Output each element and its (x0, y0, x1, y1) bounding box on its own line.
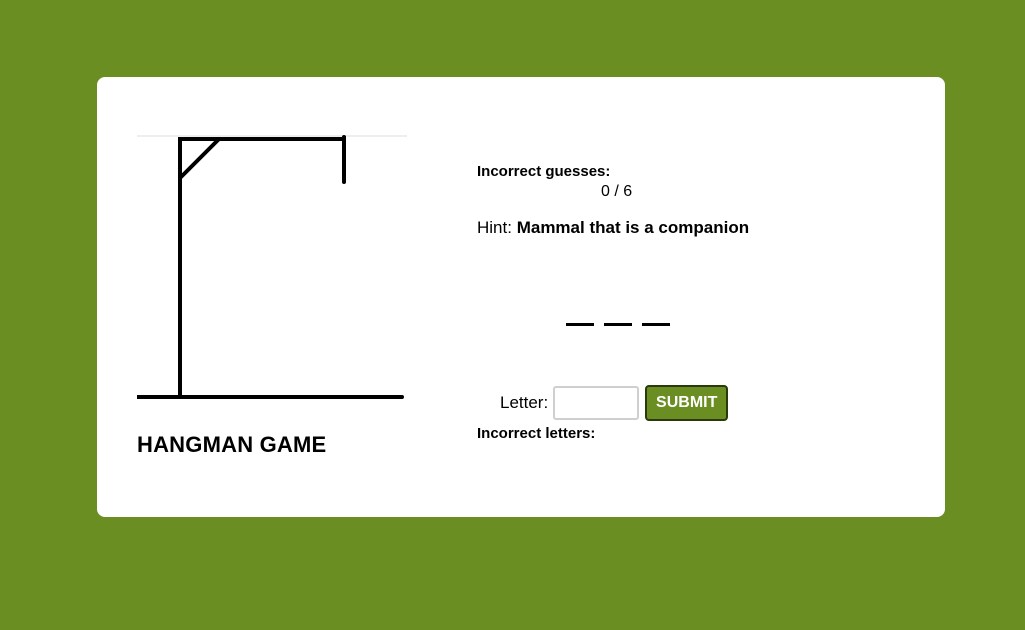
incorrect-guesses-label: Incorrect guesses: (477, 163, 611, 180)
letter-form: Letter: SUBMIT (500, 385, 729, 421)
incorrect-letters-label: Incorrect letters: (477, 425, 596, 442)
hint-label: Hint: (477, 218, 512, 237)
game-card: HANGMAN GAME Incorrect guesses: 0 / 6 Hi… (97, 77, 945, 517)
gallows-brace (178, 137, 221, 180)
incorrect-letters: Incorrect letters: (477, 425, 595, 442)
gallows-drawing (137, 135, 407, 399)
letter-blank (566, 323, 594, 326)
letter-blank (604, 323, 632, 326)
gallows-panel (137, 135, 409, 475)
letter-input[interactable] (553, 386, 640, 420)
game-title: HANGMAN GAME (137, 432, 327, 457)
submit-button[interactable]: SUBMIT (645, 385, 729, 421)
incorrect-guesses-count: 0 / 6 (601, 183, 633, 200)
letter-blank (642, 323, 670, 326)
game-panel: Incorrect guesses: 0 / 6 Hint: Mammal th… (477, 77, 917, 517)
letter-label: Letter: (500, 393, 549, 412)
hint-text: Mammal that is a companion (516, 218, 750, 237)
word-display (566, 323, 670, 326)
hint: Hint: Mammal that is a companion (477, 218, 749, 238)
